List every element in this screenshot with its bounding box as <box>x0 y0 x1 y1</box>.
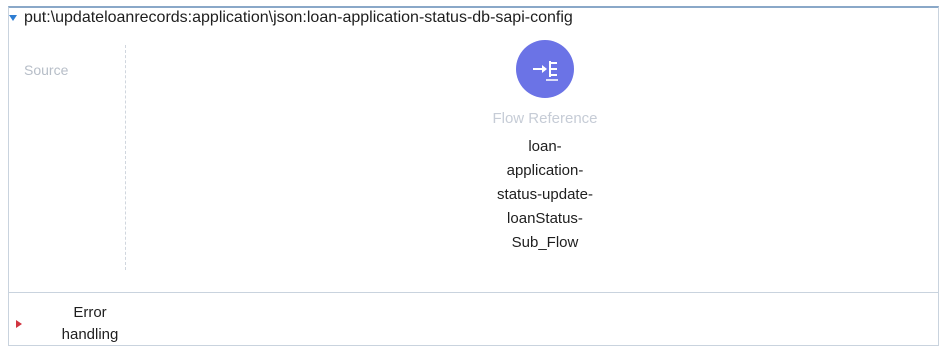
flow-title[interactable]: put:\updateloanrecords:application\json:… <box>24 9 573 27</box>
error-handling-separator <box>8 292 939 293</box>
flow-header: put:\updateloanrecords:application\json:… <box>8 6 573 30</box>
component-name-line: application- <box>506 162 584 179</box>
source-divider <box>125 45 126 270</box>
error-handling-line: Error <box>73 304 107 321</box>
collapse-triangle-icon[interactable] <box>8 13 18 23</box>
error-handling-label[interactable]: Error handling <box>50 302 130 346</box>
component-name-label: loan- application- status-update- loanSt… <box>497 135 593 255</box>
source-label[interactable]: Source <box>24 62 68 78</box>
expand-triangle-icon[interactable] <box>15 316 23 328</box>
flow-reference-component[interactable]: Flow Reference loan- application- status… <box>445 40 645 255</box>
component-name-line: Sub_Flow <box>511 234 579 251</box>
flow-reference-icon[interactable] <box>516 40 574 98</box>
component-name-line: loanStatus- <box>507 210 583 227</box>
component-type-label: Flow Reference <box>492 110 598 127</box>
flow-canvas: put:\updateloanrecords:application\json:… <box>0 0 941 348</box>
component-name-line: status-update- <box>497 186 593 203</box>
component-name-line: loan- <box>528 138 562 155</box>
error-handling-line: handling <box>61 326 119 343</box>
